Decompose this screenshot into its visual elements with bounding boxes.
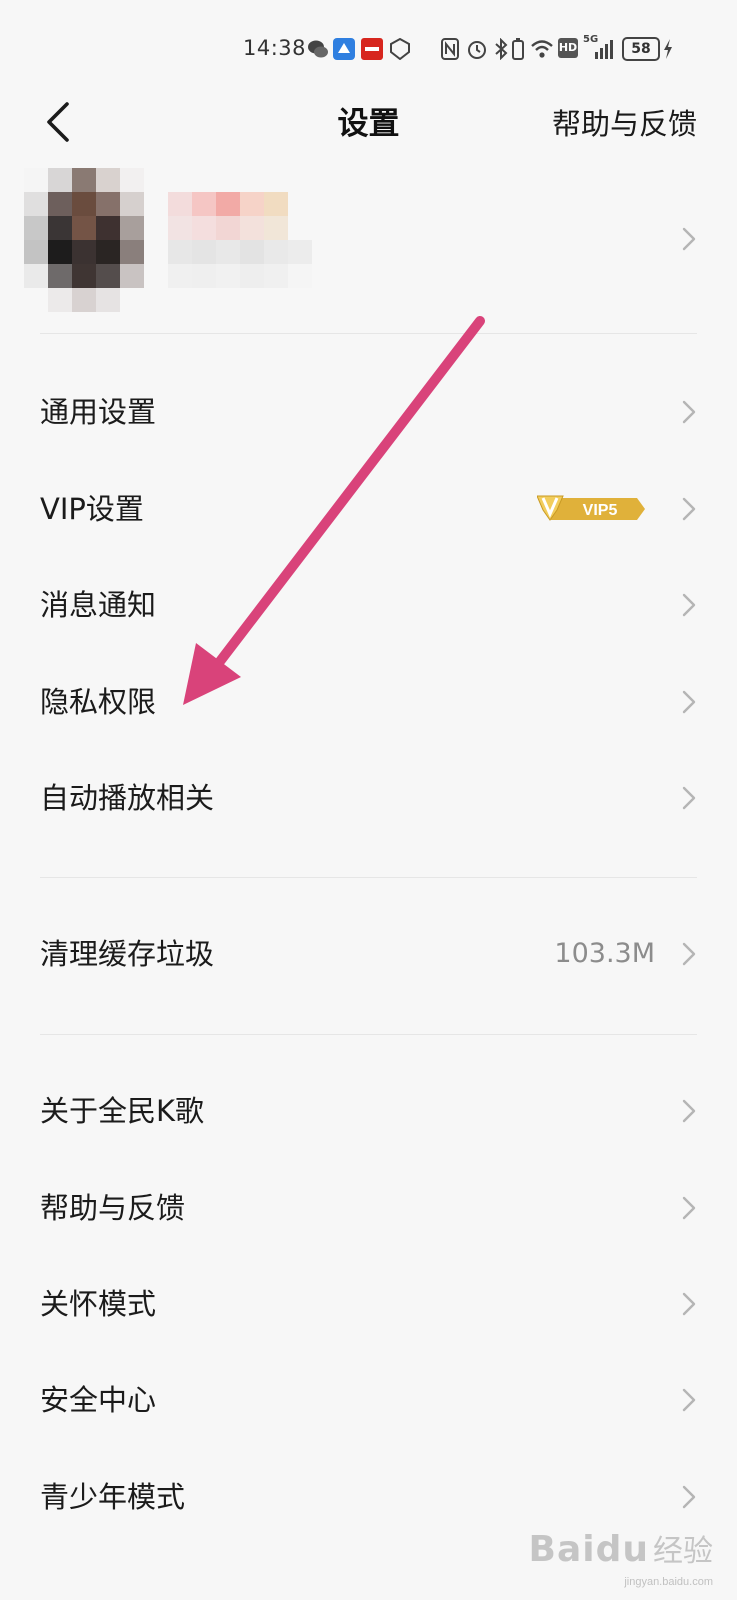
divider (40, 333, 697, 334)
settings-item-help[interactable]: 帮助与反馈 (0, 1160, 737, 1256)
help-feedback-link[interactable]: 帮助与反馈 (552, 100, 697, 148)
settings-item-vip[interactable]: VIP设置 VIP5 (0, 461, 737, 557)
charging-icon (664, 39, 672, 59)
watermark-brand: Baidu (528, 1529, 649, 1570)
settings-item-autoplay[interactable]: 自动播放相关 (0, 750, 737, 846)
avatar (24, 168, 144, 312)
hd-badge: HD (558, 38, 578, 58)
settings-item-general[interactable]: 通用设置 (0, 364, 737, 460)
app-icon (333, 38, 355, 60)
cache-size-value: 103.3M (554, 938, 655, 969)
settings-item-label: 通用设置 (40, 395, 157, 429)
divider (40, 1034, 697, 1035)
settings-item-label: 隐私权限 (40, 685, 157, 719)
bluetooth-icon (495, 38, 508, 60)
signal-icon (595, 40, 613, 59)
red-app-icon (361, 38, 383, 60)
settings-item-label: 自动播放相关 (40, 781, 215, 815)
alarm-icon (468, 41, 486, 59)
chevron-right-icon (682, 593, 696, 617)
settings-item-about[interactable]: 关于全民K歌 (0, 1063, 737, 1159)
chevron-right-icon (682, 1388, 696, 1412)
chevron-right-icon (682, 1292, 696, 1316)
settings-item-care-mode[interactable]: 关怀模式 (0, 1256, 737, 1352)
settings-item-label: 关于全民K歌 (40, 1094, 205, 1128)
status-bar: 14:38 HD 5G 58 (0, 0, 737, 100)
status-time: 14:38 (243, 36, 307, 60)
settings-item-privacy[interactable]: 隐私权限 (0, 654, 737, 750)
battery-level: 58 (622, 37, 660, 61)
vip-badge-label: VIP5 (583, 502, 618, 519)
watermark-url: jingyan.baidu.com (624, 1576, 713, 1588)
watermark: Baidu 经验 (529, 1526, 713, 1570)
settings-item-label: 安全中心 (40, 1383, 157, 1417)
settings-item-cache[interactable]: 清理缓存垃圾 103.3M (0, 906, 737, 1002)
chevron-right-icon (682, 497, 696, 521)
settings-item-label: 帮助与反馈 (40, 1191, 186, 1225)
watermark-sub: 经验 (653, 1534, 713, 1569)
chevron-right-icon (682, 1196, 696, 1220)
battery-small-icon (512, 38, 524, 60)
chevron-right-icon (682, 690, 696, 714)
chevron-right-icon (682, 1485, 696, 1509)
settings-item-label: 青少年模式 (40, 1480, 186, 1514)
settings-item-security[interactable]: 安全中心 (0, 1352, 737, 1448)
nfc-icon (441, 38, 459, 60)
chevron-right-icon (682, 1099, 696, 1123)
vip-badge: VIP5 (537, 495, 645, 521)
chevron-right-icon (682, 786, 696, 810)
chevron-right-icon (682, 227, 696, 251)
settings-item-label: 清理缓存垃圾 (40, 937, 215, 971)
chevron-right-icon (682, 400, 696, 424)
username-blurred (168, 192, 312, 288)
wifi-icon (531, 40, 553, 58)
chevron-right-icon (682, 942, 696, 966)
profile-row[interactable] (0, 160, 737, 320)
divider (40, 877, 697, 878)
settings-item-notifications[interactable]: 消息通知 (0, 557, 737, 653)
wechat-icon (308, 40, 328, 58)
settings-item-label: 关怀模式 (40, 1287, 157, 1321)
shield-icon (390, 38, 410, 60)
settings-item-label: 消息通知 (40, 588, 157, 622)
settings-item-label: VIP设置 (40, 492, 144, 526)
